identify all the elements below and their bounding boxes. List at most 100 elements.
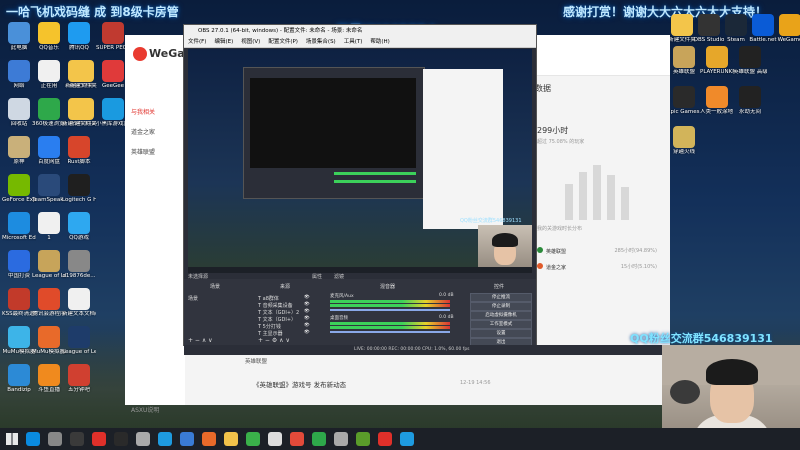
obs-control-button[interactable]: 设置 (470, 329, 532, 338)
desktop-icon[interactable]: d19876de... (62, 250, 96, 279)
desktop-icon[interactable]: 新建文本文档(2) (62, 288, 96, 317)
taskbar-app-icon[interactable] (356, 432, 370, 446)
obs-source-item[interactable]: T 主显示器 (258, 330, 283, 337)
desktop-icon[interactable]: 腾讯QQ (62, 22, 96, 51)
desktop-icon[interactable]: Logitech G HUB (62, 174, 96, 203)
desktop-icon[interactable]: KSS最终清选大厅 (2, 288, 36, 317)
taskbar-app-icon[interactable] (114, 432, 128, 446)
desktop-icon[interactable]: MuMu模拟器助手 (32, 326, 66, 355)
desktop-icon[interactable]: TeamSpeak 3 (32, 174, 66, 203)
obs-source-item[interactable]: T 文本（GDI+）2 (258, 309, 299, 316)
desktop-icon[interactable]: PLAYERUNKNOWN'S BATTLEG (700, 46, 734, 75)
obs-filters-button[interactable]: 滤镜 (334, 273, 344, 280)
obs-menu-item[interactable]: 帮助(H) (370, 39, 389, 45)
obs-control-button[interactable]: 启动虚拟摄像机 (470, 311, 532, 320)
icon-label: 正在用 (40, 83, 58, 89)
obs-source-item[interactable]: T 文本（GDI+） (258, 316, 296, 323)
desktop-icon[interactable]: MuMu模拟器 (2, 326, 36, 355)
desktop-icon[interactable]: QQ音乐 (32, 22, 66, 51)
desktop-icon[interactable]: QQ游戏 (62, 212, 96, 241)
wegame-news-tag[interactable]: 英雄联盟 (245, 357, 267, 365)
taskbar-app-icon[interactable] (180, 432, 194, 446)
visibility-icon[interactable]: 👁 (304, 309, 310, 314)
taskbar-app-icon[interactable] (378, 432, 392, 446)
desktop-icon[interactable]: Epic Games Launcher (667, 86, 701, 115)
desktop-icon[interactable]: 斗鱼直播 (32, 364, 66, 393)
desktop-icon[interactable]: 英雄联盟 高级快捷方式 (733, 46, 767, 75)
obs-control-button[interactable]: 停止推流 (470, 293, 532, 302)
desktop-icon[interactable]: 360极速浏览器 (32, 98, 66, 127)
taskbar-app-icon[interactable] (202, 432, 216, 446)
taskbar-app-icon[interactable] (268, 432, 282, 446)
desktop-icon[interactable]: WeGame (773, 14, 800, 43)
desktop-icon[interactable]: Bandizip (2, 364, 36, 393)
desktop-icon[interactable]: Microsoft Edge (2, 212, 36, 241)
taskbar-app-icon[interactable] (246, 432, 260, 446)
taskbar-app-icon[interactable] (92, 432, 106, 446)
wegame-game-row[interactable]: 道金之家 15小时(5.10%) (537, 263, 657, 271)
obs-menu-item[interactable]: 文件(F) (188, 39, 206, 45)
obs-source-add-button[interactable]: + − ⚙ ∧ ∨ (258, 337, 290, 344)
taskbar-app-icon[interactable] (312, 432, 326, 446)
obs-menu-item[interactable]: 工具(T) (344, 39, 363, 45)
desktop-icon[interactable]: 1 (32, 212, 66, 241)
obs-props-button[interactable]: 属性 (312, 273, 322, 280)
volume-slider[interactable] (330, 309, 450, 311)
taskbar-app-icon[interactable] (158, 432, 172, 446)
taskbar-app-icon[interactable] (224, 432, 238, 446)
desktop-icon[interactable]: League of Legends (62, 326, 96, 355)
obs-menu-item[interactable]: 配置文件(P) (268, 39, 298, 45)
desktop-icon[interactable]: 此电脑 (2, 22, 36, 51)
obs-menu-item[interactable]: 视图(V) (241, 39, 260, 45)
obs-control-button[interactable]: 工作室模式 (470, 320, 532, 329)
app-icon (68, 250, 90, 272)
wegame-sidebar-item-lol[interactable]: 英雄联盟 (131, 147, 155, 156)
wegame-sidebar-item-related[interactable]: 与我相关 (131, 107, 155, 116)
taskbar-app-icon[interactable] (26, 432, 40, 446)
mixer-db: 0.0 dB (439, 293, 454, 298)
desktop-icon[interactable]: 中国打资 (2, 250, 36, 279)
desktop-icon[interactable]: 回收站 (2, 98, 36, 127)
wegame-game-row[interactable]: 英雄联盟 285小时(94.89%) (537, 247, 657, 255)
desktop-icon[interactable]: 穿越火线 (667, 126, 701, 155)
desktop-icon[interactable]: 永劫无间 (733, 86, 767, 115)
desktop-icon[interactable]: 腾讯会游程序 (32, 288, 66, 317)
obs-scene-item[interactable]: 场景 (188, 295, 198, 302)
taskbar-app-icon[interactable] (400, 432, 414, 446)
obs-source-item[interactable]: T a8群体 (258, 295, 279, 302)
taskbar-app-icon[interactable] (70, 432, 84, 446)
desktop-icon[interactable]: 五分钟吧 (62, 364, 96, 393)
desktop-icon[interactable]: 正在用 (32, 60, 66, 89)
obs-menu-item[interactable]: 编辑(E) (214, 39, 233, 45)
desktop-icon[interactable]: 新建文件夹 (66, 60, 100, 89)
desktop-icon[interactable]: 百度网盘 (32, 136, 66, 165)
volume-slider[interactable] (330, 331, 450, 333)
obs-scene-add-button[interactable]: + − ∧ ∨ (188, 337, 213, 344)
obs-control-button[interactable]: 停止录制 (470, 302, 532, 311)
desktop-icon[interactable]: Rust脚本 (62, 136, 96, 165)
desktop-icon[interactable]: 人类一败涂地 Human Fa (700, 86, 734, 115)
taskbar-app-icon[interactable] (290, 432, 304, 446)
obs-preview: QQ粉丝交流群546839131 (188, 49, 532, 273)
taskbar-app-icon[interactable] (48, 432, 62, 446)
wegame-news-title[interactable]: 《英雄联盟》游戏号 发布新动态 (253, 379, 346, 389)
obs-source-item[interactable]: T 5分打钱 (258, 323, 281, 330)
taskbar-app-icon[interactable] (334, 432, 348, 446)
wegame-sidebar-item-home[interactable]: 道金之家 (131, 127, 155, 136)
visibility-icon[interactable]: 👁 (304, 330, 310, 335)
desktop-icon[interactable]: 新建文件夹 (66, 98, 100, 127)
visibility-icon[interactable]: 👁 (304, 295, 310, 300)
desktop-icon[interactable]: GeForce Experience (2, 174, 36, 203)
desktop-icon[interactable]: League of Legends (32, 250, 66, 279)
start-button[interactable] (6, 433, 18, 445)
desktop-icon[interactable]: 英雄联盟 (667, 46, 701, 75)
visibility-icon[interactable]: 👁 (304, 316, 310, 321)
desktop-icon[interactable]: 网络 (2, 60, 36, 89)
taskbar-app-icon[interactable] (136, 432, 150, 446)
visibility-icon[interactable]: 👁 (304, 323, 310, 328)
desktop-icon[interactable]: 原神 (2, 136, 36, 165)
obs-menu-item[interactable]: 场景集合(S) (306, 39, 336, 45)
obs-source-item[interactable]: T 音频采集设备 (258, 302, 293, 309)
visibility-icon[interactable]: 👁 (304, 302, 310, 307)
icon-label: QQ游戏 (69, 235, 89, 241)
